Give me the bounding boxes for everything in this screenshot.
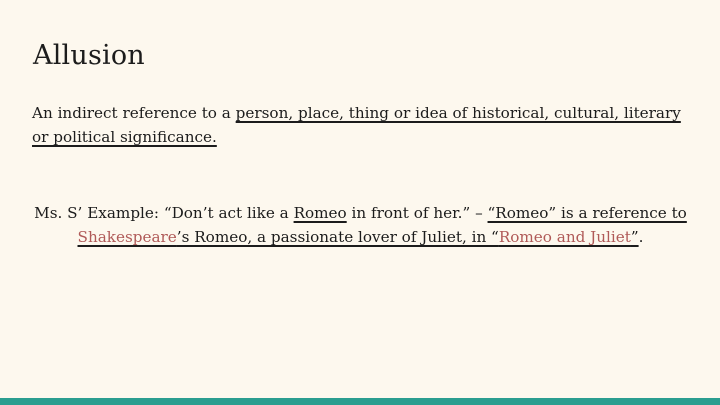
definition-text: An indirect reference to a person, place… (32, 101, 687, 149)
definition-intro: An indirect reference to a (32, 104, 236, 122)
example-mid: in front of her.” – (346, 204, 488, 222)
shakespeare-link[interactable]: Shakespeare (78, 228, 177, 246)
romeo-word: Romeo (293, 204, 347, 222)
slide-title: Allusion (33, 40, 145, 71)
accent-bar (0, 398, 720, 405)
slide: Allusion An indirect reference to a pers… (0, 0, 720, 405)
romeo-and-juliet-link[interactable]: Romeo and Juliet (499, 228, 631, 246)
example-text: Ms. S’ Example: “Don’t act like a Romeo … (28, 201, 693, 249)
example-period: . (638, 228, 644, 246)
reference-mid: ’s Romeo, a passionate lover of Juliet, … (176, 228, 499, 246)
example-lead: Ms. S’ Example: “Don’t act like a (34, 204, 294, 222)
reference-start: “Romeo” is a reference to (487, 204, 687, 222)
reference-end: ” (630, 228, 639, 246)
